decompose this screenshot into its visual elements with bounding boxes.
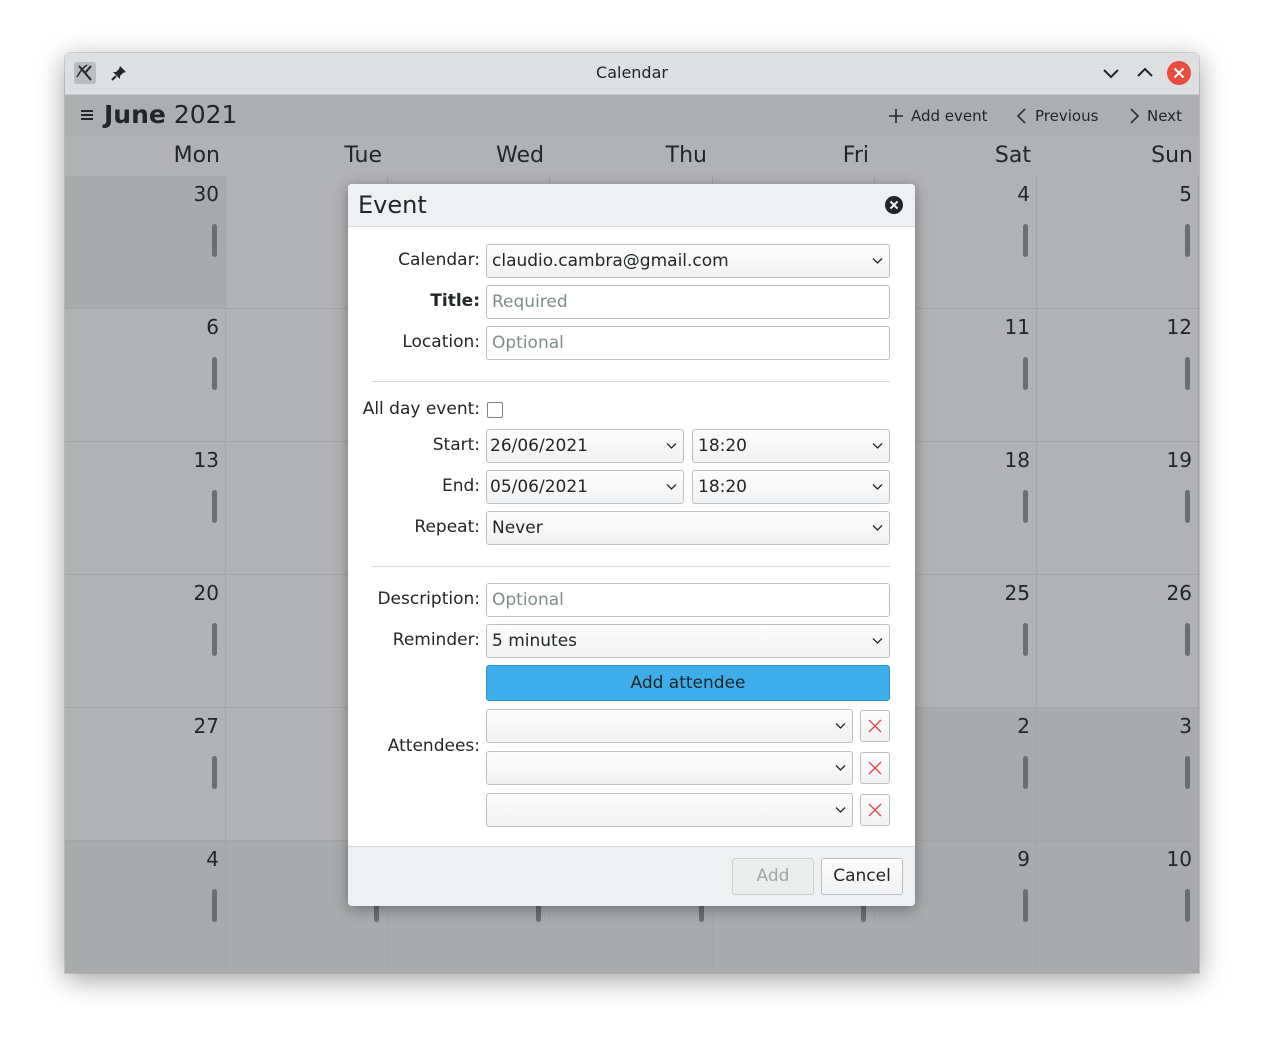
title-label: Title: [430, 291, 480, 311]
end-time-value: 18:20 [698, 477, 747, 497]
chevron-down-icon [872, 484, 883, 490]
attendee-select[interactable] [486, 793, 853, 827]
add-attendee-button[interactable]: Add attendee [486, 665, 890, 701]
dialog-header: Event [348, 184, 915, 227]
all-day-checkbox[interactable] [487, 402, 503, 418]
reminder-value: 5 minutes [492, 631, 578, 651]
separator [372, 566, 890, 567]
end-date-value: 05/06/2021 [490, 477, 588, 497]
end-time-picker[interactable]: 18:20 [692, 470, 890, 504]
location-input[interactable] [492, 333, 889, 353]
chevron-down-icon [835, 723, 846, 729]
close-icon [868, 719, 882, 733]
title-field[interactable] [486, 285, 890, 319]
calendar-select-value: claudio.cambra@gmail.com [492, 251, 729, 271]
close-icon [868, 761, 882, 775]
maximize-button[interactable] [1133, 61, 1157, 85]
calendar-label: Calendar: [398, 250, 480, 270]
minimize-button[interactable] [1099, 61, 1123, 85]
repeat-value: Never [492, 518, 543, 538]
calendar-select[interactable]: claudio.cambra@gmail.com [486, 244, 890, 278]
description-field[interactable] [486, 583, 890, 617]
chevron-down-icon [872, 638, 883, 644]
chevron-down-icon [835, 807, 846, 813]
dialog-title: Event [358, 191, 427, 219]
repeat-label: Repeat: [414, 517, 480, 537]
window-title: Calendar [596, 63, 668, 82]
dialog-close-icon[interactable] [885, 196, 903, 214]
start-date-picker[interactable]: 26/06/2021 [486, 429, 684, 463]
title-input[interactable] [492, 292, 889, 312]
chevron-down-icon [835, 765, 846, 771]
location-label: Location: [402, 332, 480, 352]
description-input[interactable] [492, 590, 889, 610]
close-window-button[interactable] [1167, 61, 1191, 85]
attendee-select[interactable] [486, 709, 853, 743]
chevron-down-icon [872, 443, 883, 449]
description-label: Description: [377, 589, 480, 609]
end-date-picker[interactable]: 05/06/2021 [486, 470, 684, 504]
remove-attendee-button[interactable] [860, 710, 890, 742]
attendees-label: Attendees: [387, 736, 480, 756]
reminder-select[interactable]: 5 minutes [486, 624, 890, 658]
reminder-label: Reminder: [392, 630, 480, 650]
location-field[interactable] [486, 326, 890, 360]
dialog-footer: Add Cancel [348, 846, 915, 906]
close-icon [868, 803, 882, 817]
attendee-select[interactable] [486, 751, 853, 785]
start-date-value: 26/06/2021 [490, 436, 588, 456]
remove-attendee-button[interactable] [860, 752, 890, 784]
chevron-down-icon [666, 484, 677, 490]
event-dialog: Event Calendar: claudio.cambra@gmail.com… [348, 184, 915, 906]
start-time-value: 18:20 [698, 436, 747, 456]
all-day-label: All day event: [362, 399, 480, 419]
chevron-down-icon [666, 443, 677, 449]
chevron-down-icon [872, 525, 883, 531]
repeat-select[interactable]: Never [486, 511, 890, 545]
window-titlebar: Calendar [65, 53, 1199, 95]
add-button[interactable]: Add [732, 858, 814, 895]
remove-attendee-button[interactable] [860, 794, 890, 826]
cancel-button[interactable]: Cancel [821, 858, 903, 895]
separator [372, 381, 890, 382]
end-label: End: [441, 476, 480, 496]
start-time-picker[interactable]: 18:20 [692, 429, 890, 463]
chevron-down-icon [872, 258, 883, 264]
start-label: Start: [432, 435, 480, 455]
